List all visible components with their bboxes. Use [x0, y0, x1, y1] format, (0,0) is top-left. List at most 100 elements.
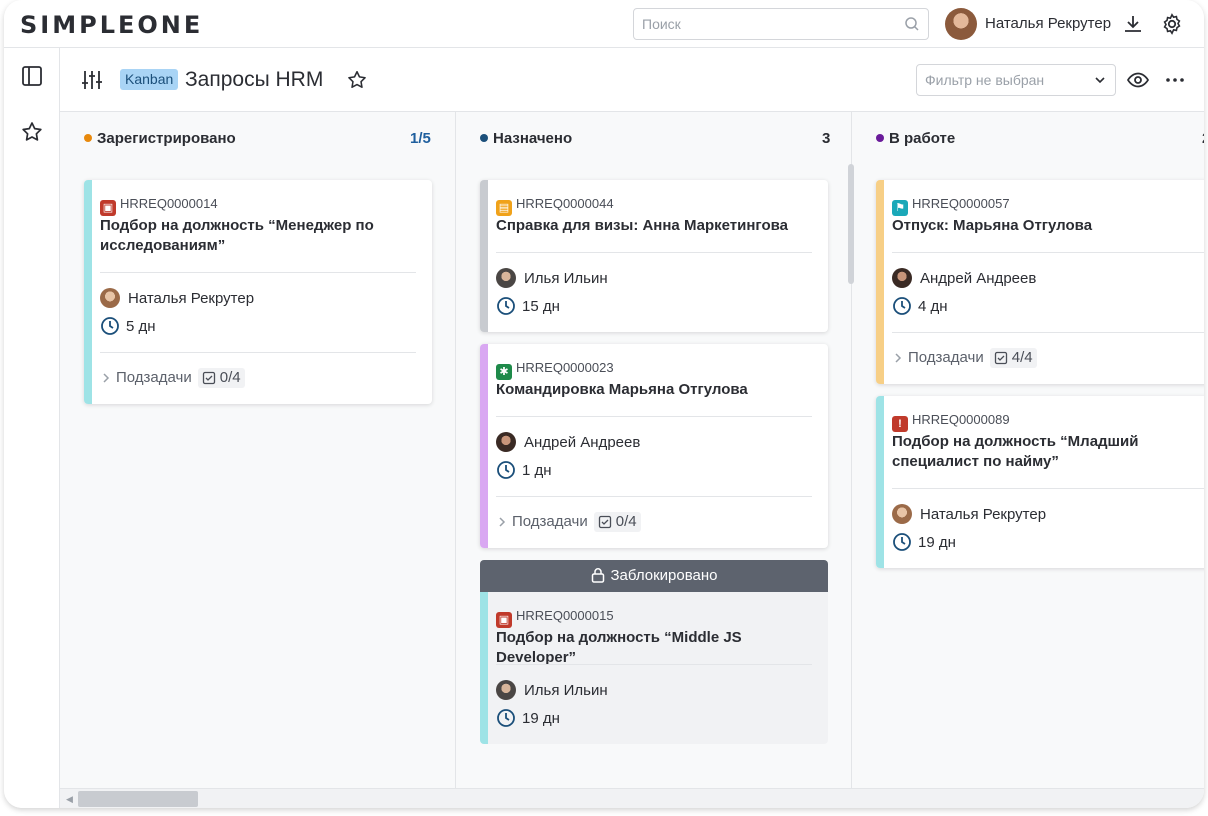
request-type-icon: ▤	[496, 200, 512, 216]
horizontal-scrollbar[interactable]: ◀	[60, 788, 1204, 808]
user-avatar[interactable]	[945, 8, 977, 40]
eye-icon[interactable]	[1126, 68, 1150, 92]
card-title[interactable]: Подбор на должность “Младший специалист …	[892, 432, 1204, 472]
card-assignee: Наталья Рекрутер	[100, 288, 254, 308]
card-assignee: Андрей Андреев	[892, 268, 1036, 288]
favorite-star-icon[interactable]	[346, 69, 368, 91]
card-duration: 19 дн	[892, 532, 956, 552]
scrollbar-thumb[interactable]	[78, 791, 198, 807]
logo[interactable]: SIMPLEONE	[20, 11, 203, 39]
card-id[interactable]: ⚑ HRREQ0000057	[892, 196, 1010, 216]
search-icon[interactable]	[904, 16, 920, 32]
card-color-bar	[480, 344, 488, 548]
page-title: Запросы HRM	[185, 68, 324, 91]
column-registered: Зарегистрировано 1/5 ▣ HRREQ0000014 Подбо…	[60, 112, 456, 788]
column-status-dot	[480, 134, 488, 142]
filter-select[interactable]: Фильтр не выбран	[916, 64, 1116, 96]
clock-icon	[893, 533, 911, 551]
kanban-card[interactable]: ✱ HRREQ0000023 Командировка Марьяна Отгул…	[480, 344, 828, 548]
card-color-bar	[480, 180, 488, 332]
card-duration: 19 дн	[496, 708, 560, 728]
request-type-icon: ⚑	[892, 200, 908, 216]
card-id[interactable]: ▤ HRREQ0000044	[496, 196, 614, 216]
card-id[interactable]: ▣ HRREQ0000015	[496, 608, 614, 628]
divider	[892, 252, 1204, 253]
request-type-icon: !	[892, 416, 908, 432]
column-title: Назначено	[480, 130, 572, 150]
user-name[interactable]: Наталья Рекрутер	[985, 15, 1111, 32]
blocked-banner: Заблокировано	[480, 560, 828, 592]
divider	[496, 416, 812, 417]
kanban-board: Зарегистрировано 1/5 ▣ HRREQ0000014 Подбо…	[60, 112, 1204, 788]
chevron-right-icon	[103, 373, 110, 383]
filter-select-value: Фильтр не выбран	[925, 72, 1045, 88]
request-type-icon: ▣	[496, 612, 512, 628]
clock-icon	[893, 297, 911, 315]
column-status-dot	[876, 134, 884, 142]
checkbox-icon	[598, 515, 611, 529]
top-bar: SIMPLEONE Наталья Рекрутер	[4, 0, 1204, 48]
kanban-card[interactable]: ! HRREQ0000089 Подбор на должность “Младш…	[876, 396, 1204, 568]
avatar	[496, 268, 516, 288]
card-id[interactable]: ▣ HRREQ0000014	[100, 196, 218, 216]
clock-icon	[497, 297, 515, 315]
subtasks-count: 0/4	[593, 512, 641, 532]
column-count: 1/5	[410, 130, 431, 147]
subtasks-toggle[interactable]: Подзадачи 0/4	[100, 368, 245, 388]
card-title[interactable]: Подбор на должность “Middle JS Developer…	[496, 628, 816, 668]
subtasks-count: 0/4	[197, 368, 245, 388]
column-status-dot	[84, 134, 92, 142]
scroll-left-icon[interactable]: ◀	[66, 794, 73, 805]
kanban-card[interactable]: ⚑ HRREQ0000057 Отпуск: Марьяна Отгулова А…	[876, 180, 1204, 384]
avatar	[100, 288, 120, 308]
card-duration: 4 дн	[892, 296, 948, 316]
avatar	[496, 680, 516, 700]
page-header: Kanban Запросы HRM Фильтр не выбран	[60, 48, 1204, 112]
card-assignee: Илья Ильин	[496, 268, 608, 288]
search-box[interactable]	[633, 8, 929, 40]
column-in-progress: В работе 2 ⚑HRREQ0000057 Отпуск: Марьяна…	[852, 112, 1204, 788]
divider	[892, 332, 1204, 333]
download-icon[interactable]	[1121, 12, 1145, 36]
chevron-right-icon	[499, 517, 506, 527]
card-title[interactable]: Подбор на должность “Менеджер по исследо…	[100, 216, 420, 256]
subtasks-toggle[interactable]: Подзадачи 0/4	[496, 512, 641, 532]
card-color-bar	[84, 180, 92, 404]
divider	[496, 496, 812, 497]
chevron-right-icon	[895, 353, 902, 363]
kanban-card[interactable]: ▤ HRREQ0000044 Справка для визы: Анна Мар…	[480, 180, 828, 332]
checkbox-icon	[994, 351, 1007, 365]
card-id[interactable]: ✱ HRREQ0000023	[496, 360, 614, 380]
checkbox-icon	[202, 371, 215, 385]
column-count: 3	[822, 130, 831, 147]
kanban-card-blocked[interactable]: ▣ HRREQ0000015 Подбор на должность “Middl…	[480, 592, 828, 744]
card-color-bar	[876, 396, 884, 568]
column-title: В работе	[876, 130, 955, 150]
card-assignee: Наталья Рекрутер	[892, 504, 1046, 524]
avatar	[892, 504, 912, 524]
clock-icon	[497, 461, 515, 479]
card-color-bar	[876, 180, 884, 384]
card-color-bar	[480, 592, 488, 744]
kanban-card[interactable]: ▣ HRREQ0000014 Подбор на должность “Менед…	[84, 180, 432, 404]
clock-icon	[497, 709, 515, 727]
card-title[interactable]: Командировка Марьяна Отгулова	[496, 380, 816, 400]
card-id[interactable]: ! HRREQ0000089	[892, 412, 1010, 432]
card-assignee: Андрей Андреев	[496, 432, 640, 452]
card-title[interactable]: Отпуск: Марьяна Отгулова	[892, 216, 1204, 236]
gear-icon[interactable]	[1160, 12, 1184, 36]
more-icon[interactable]	[1163, 68, 1187, 92]
divider	[496, 252, 812, 253]
star-icon[interactable]	[20, 120, 44, 144]
search-input[interactable]	[634, 9, 884, 39]
lock-icon	[591, 568, 604, 583]
column-count: 2	[1202, 130, 1204, 147]
divider	[496, 664, 812, 665]
view-tag: Kanban	[120, 69, 179, 90]
column-assigned: Назначено 3 ▤ HRREQ0000044 Справка для ви…	[456, 112, 852, 788]
sidebar-toggle-icon[interactable]	[20, 64, 44, 88]
card-title[interactable]: Справка для визы: Анна Маркетингова	[496, 216, 816, 236]
divider	[892, 488, 1204, 489]
subtasks-toggle[interactable]: Подзадачи 4/4	[892, 348, 1037, 368]
filters-icon[interactable]	[80, 68, 104, 92]
